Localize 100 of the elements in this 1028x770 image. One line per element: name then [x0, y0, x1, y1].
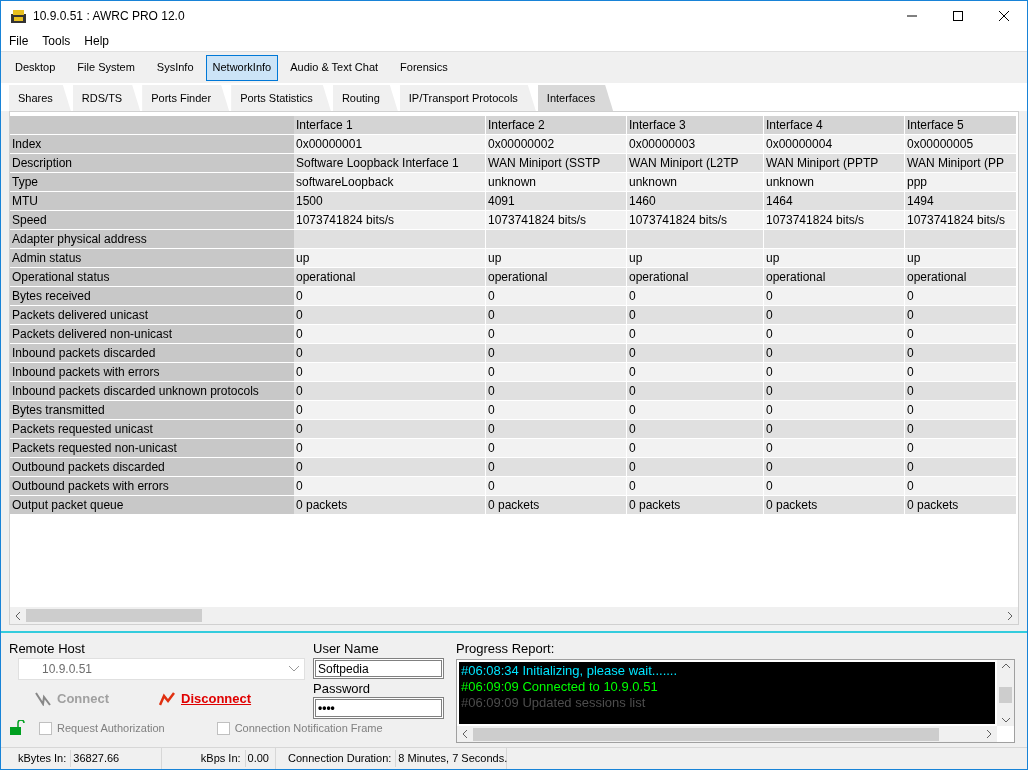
- sub-tab[interactable]: IP/Transport Protocols: [399, 85, 536, 111]
- row-label: Inbound packets discarded: [10, 344, 294, 363]
- table-cell: 0x00000003: [627, 135, 764, 154]
- table-cell: 0: [764, 306, 905, 325]
- tab[interactable]: Audio & Text Chat: [283, 54, 386, 81]
- table-cell: 0: [486, 363, 627, 382]
- sub-tab[interactable]: Routing: [332, 85, 398, 111]
- table-cell: 0: [905, 439, 1017, 458]
- sub-tab[interactable]: Ports Statistics: [231, 85, 331, 111]
- table-cell: 0: [294, 477, 486, 496]
- table-cell: 0: [627, 344, 764, 363]
- table-cell: ppp: [905, 173, 1017, 192]
- row-label: Packets requested non-unicast: [10, 439, 294, 458]
- table-cell: 0: [627, 477, 764, 496]
- table-cell: 0: [294, 439, 486, 458]
- tab[interactable]: NetworkInfo: [205, 54, 279, 81]
- table-cell: 0x00000001: [294, 135, 486, 154]
- row-label: Outbound packets discarded: [10, 458, 294, 477]
- table-cell: 0 packets: [764, 496, 905, 515]
- table-cell: operational: [486, 268, 627, 287]
- checkbox-label: Request Authorization: [57, 721, 165, 736]
- table-cell: 0: [294, 420, 486, 439]
- table-cell: 4091: [486, 192, 627, 211]
- row-label: Inbound packets discarded unknown protocols: [10, 382, 294, 401]
- menu-item[interactable]: Tools: [35, 32, 78, 50]
- table-cell: 1494: [905, 192, 1017, 211]
- column-header: Interface 1: [294, 116, 486, 135]
- table-cell: 1073741824 bits/s: [764, 211, 905, 230]
- table-cell: unknown: [627, 173, 764, 192]
- status-label: kBytes In:: [18, 751, 67, 767]
- table-cell: 0 packets: [627, 496, 764, 515]
- table-cell: 0: [486, 458, 627, 477]
- table-cell: operational: [627, 268, 764, 287]
- table-cell: 0x00000002: [486, 135, 627, 154]
- sub-tab[interactable]: Interfaces: [537, 85, 614, 111]
- table-cell: WAN Miniport (L2TP: [627, 154, 764, 173]
- table-cell: up: [294, 249, 486, 268]
- table-cell: 0: [294, 306, 486, 325]
- table-cell: operational: [905, 268, 1017, 287]
- table-cell: 0: [764, 477, 905, 496]
- password-field[interactable]: ••••: [313, 697, 444, 719]
- row-label: Inbound packets with errors: [10, 363, 294, 382]
- remote-host-dropdown[interactable]: 10.9.0.51: [18, 658, 305, 680]
- table-cell: 0: [905, 287, 1017, 306]
- table-cell: WAN Miniport (PP: [905, 154, 1017, 173]
- tab[interactable]: Desktop: [8, 54, 63, 81]
- table-cell: 0: [627, 420, 764, 439]
- disconnect-button[interactable]: Disconnect: [159, 689, 252, 709]
- menu-item[interactable]: File: [2, 32, 36, 50]
- menu-item[interactable]: Help: [77, 32, 117, 50]
- table-cell: 1073741824 bits/s: [627, 211, 764, 230]
- tab[interactable]: File System: [70, 54, 142, 81]
- table-cell: 0: [627, 382, 764, 401]
- row-label: Type: [10, 173, 294, 192]
- table-cell: 1500: [294, 192, 486, 211]
- table-cell: up: [905, 249, 1017, 268]
- table-cell: 0: [627, 439, 764, 458]
- table-cell: WAN Miniport (PPTP: [764, 154, 905, 173]
- table-cell: 0: [486, 287, 627, 306]
- tab[interactable]: SysInfo: [149, 54, 201, 81]
- table-cell: 0: [486, 439, 627, 458]
- tab[interactable]: Forensics: [393, 54, 455, 81]
- table-cell: 0: [905, 344, 1017, 363]
- table-cell: up: [627, 249, 764, 268]
- checkbox-label: Connection Notification Frame: [234, 721, 383, 736]
- row-label: Bytes received: [10, 287, 294, 306]
- window-title: 10.9.0.51 : AWRC PRO 12.0: [33, 8, 185, 25]
- table-cell: 0: [764, 401, 905, 420]
- table-cell: 0: [294, 287, 486, 306]
- table-cell: 0: [764, 439, 905, 458]
- sub-tab[interactable]: RDS/TS: [72, 85, 141, 111]
- user-name-field[interactable]: Softpedia: [313, 658, 444, 679]
- sub-tab[interactable]: Ports Finder: [142, 85, 230, 111]
- table-cell: up: [764, 249, 905, 268]
- column-header: Interface 2: [486, 116, 627, 135]
- row-label: Operational status: [10, 268, 294, 287]
- table-cell: 0: [905, 477, 1017, 496]
- table-cell: operational: [294, 268, 486, 287]
- row-label: Output packet queue: [10, 496, 294, 515]
- row-label: Outbound packets with errors: [10, 477, 294, 496]
- table-cell: 0: [294, 401, 486, 420]
- status-value: 8 Minutes, 7 Seconds.: [395, 750, 508, 767]
- user-name-label: User Name: [313, 641, 380, 656]
- column-header: Interface 5: [905, 116, 1017, 135]
- table-cell: 1460: [627, 192, 764, 211]
- table-cell: softwareLoopback: [294, 173, 486, 192]
- table-cell: 0: [486, 420, 627, 439]
- table-cell: 0x00000005: [905, 135, 1017, 154]
- row-label: MTU: [10, 192, 294, 211]
- table-cell: 0: [486, 382, 627, 401]
- table-cell: 0: [627, 458, 764, 477]
- table-cell: 0: [486, 344, 627, 363]
- table-cell: 0: [627, 401, 764, 420]
- table-cell: 0: [486, 306, 627, 325]
- table-cell: 0: [627, 287, 764, 306]
- row-label: Packets requested unicast: [10, 420, 294, 439]
- log-line: #06:08:34 Initializing, please wait.......: [461, 663, 678, 679]
- table-cell: 0: [764, 287, 905, 306]
- table-cell: 0: [486, 401, 627, 420]
- sub-tab[interactable]: Shares: [9, 85, 71, 111]
